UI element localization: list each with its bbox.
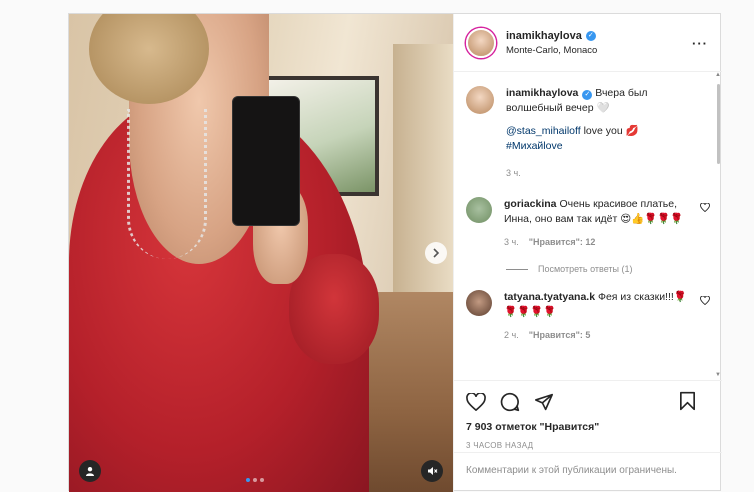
heart-icon[interactable] [700,202,710,215]
sound-off-icon[interactable] [421,460,443,482]
chevron-right-icon[interactable] [425,242,447,264]
comment-row: tatyana.tyatyana.k Фея из сказки!!!🌹🌹🌹🌹🌹… [466,290,710,343]
post-actions: 7 903 отметок "Нравится" 3 ЧАСОВ НАЗАД [454,380,722,450]
header-text: inamikhaylova ✓ Monte-Carlo, Monaco [506,30,597,56]
view-replies-label[interactable]: Посмотреть ответы (1) [538,264,633,274]
view-replies-button[interactable]: Посмотреть ответы (1) [506,264,698,274]
comments-limited-notice: Комментарии к этой публикации ограничены… [454,452,722,492]
caption-time[interactable]: 3 ч. [506,168,521,178]
post-timestamp[interactable]: 3 ЧАСОВ НАЗАД [466,441,710,450]
comment-username[interactable]: goriackina [504,198,557,210]
replies-line [506,268,528,270]
avatar[interactable] [466,290,492,316]
more-dots-icon[interactable]: ··· [692,36,708,51]
photo-sleeve [289,254,379,364]
photo-phone [232,96,300,226]
heart-icon[interactable] [700,295,710,308]
comment-body: tatyana.tyatyana.k Фея из сказки!!!🌹🌹🌹🌹🌹… [504,290,698,343]
user-tag-icon[interactable] [79,460,101,482]
username-text[interactable]: inamikhaylova [506,30,582,42]
mention-link[interactable]: @stas_mihailoff [506,125,581,137]
post-sidebar: inamikhaylova ✓ Monte-Carlo, Monaco ··· i… [453,14,722,492]
comments-list: inamikhaylova ✓ Вчера был волшебный вечер… [454,72,722,380]
comment-icon[interactable] [500,392,520,412]
hashtag-link[interactable]: #Михайlove [506,139,698,154]
scroll-down-arrow-icon[interactable]: ▼ [715,372,721,378]
verified-badge-icon: ✓ [582,90,593,100]
comment-row: goriackina Очень красивое платье, Инна, … [466,197,710,250]
action-icons [466,389,710,415]
instagram-post: inamikhaylova ✓ Monte-Carlo, Monaco ··· i… [68,13,722,492]
mention-text: love you 💋 [580,125,639,137]
carousel-dots [246,478,264,482]
post-media[interactable] [69,14,453,492]
comments-scrollbar[interactable] [717,84,720,164]
bookmark-icon[interactable] [679,391,696,411]
comment-body: goriackina Очень красивое платье, Инна, … [504,197,698,250]
photo-necklace [127,109,207,259]
comment-time[interactable]: 2 ч. [504,330,519,340]
caption-body: inamikhaylova ✓ Вчера был волшебный вечер… [506,86,698,181]
carousel-dot [246,478,250,482]
comment-time[interactable]: 3 ч. [504,237,519,247]
post-header: inamikhaylova ✓ Monte-Carlo, Monaco ··· [454,14,722,72]
share-icon[interactable] [534,393,554,411]
carousel-dot [253,478,257,482]
likes-count[interactable]: 7 903 отметок "Нравится" [466,421,710,433]
scroll-up-arrow-icon[interactable]: ▲ [715,72,721,78]
comment-likes[interactable]: "Нравится": 12 [529,237,596,247]
header-username[interactable]: inamikhaylova ✓ [506,30,596,42]
caption-row: inamikhaylova ✓ Вчера был волшебный вечер… [466,86,698,181]
avatar[interactable] [466,197,492,223]
comment-likes[interactable]: "Нравится": 5 [529,330,591,340]
location-link[interactable]: Monte-Carlo, Monaco [506,45,597,56]
carousel-dot [260,478,264,482]
caption-username[interactable]: inamikhaylova [506,87,578,99]
avatar[interactable] [466,86,494,114]
photo-door [393,44,453,304]
heart-icon[interactable] [466,393,486,411]
verified-badge-icon: ✓ [585,30,596,41]
avatar[interactable] [466,27,496,58]
comment-username[interactable]: tatyana.tyatyana.k [504,291,595,303]
